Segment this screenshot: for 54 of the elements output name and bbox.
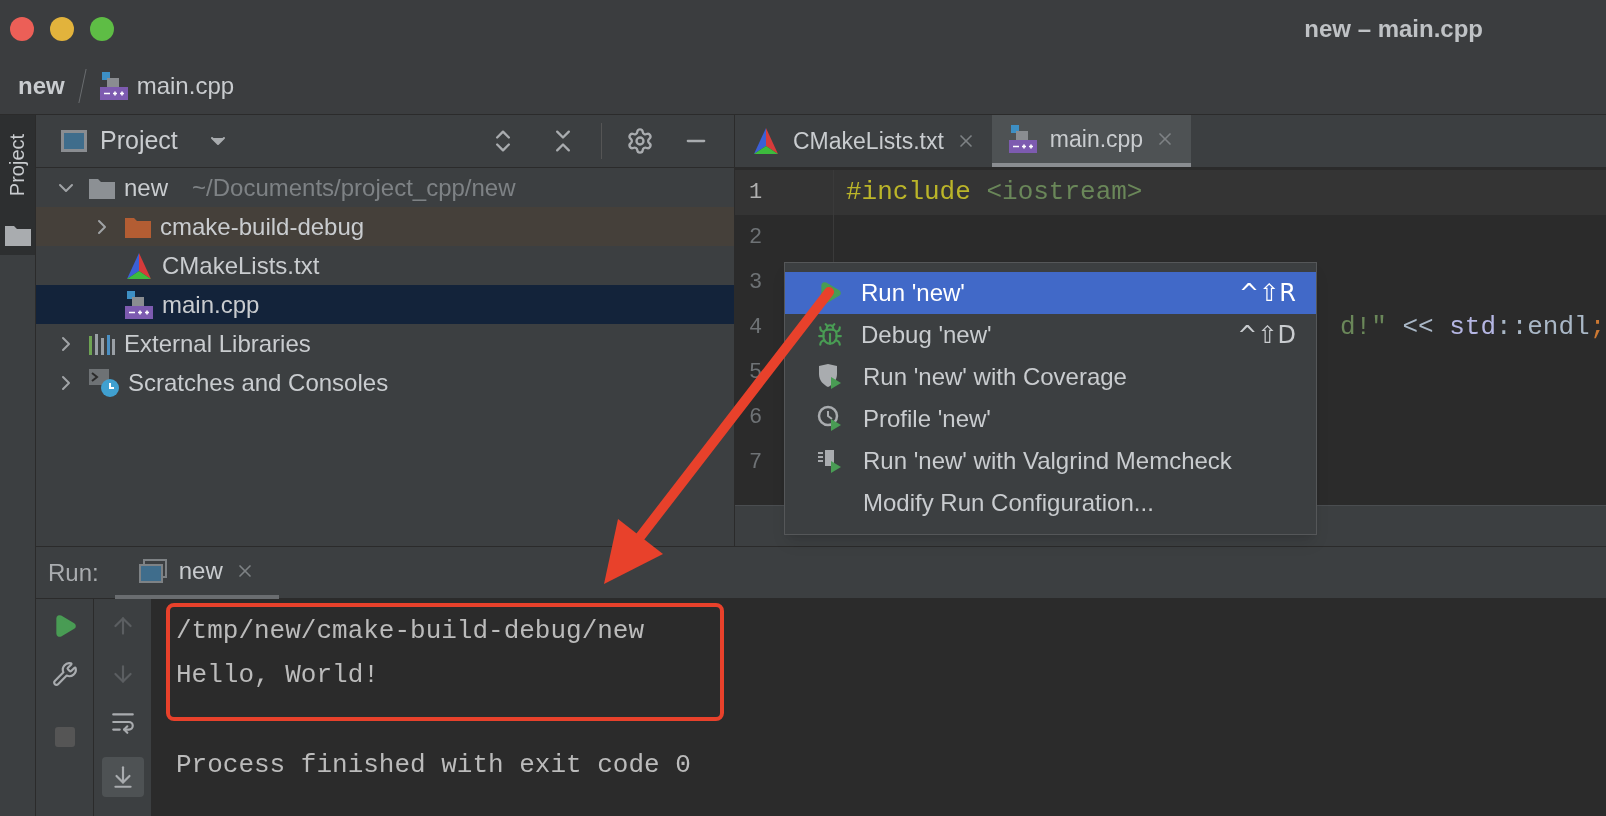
line-number: 2 <box>748 224 764 252</box>
menu-item[interactable]: Run 'new' ^⇧R <box>785 272 1316 314</box>
menu-item[interactable]: Debug 'new' ^⇧D <box>785 314 1316 356</box>
tree-item[interactable]: Scratches and Consoles <box>36 363 734 402</box>
tree-item[interactable]: new ~/Documents/project_cpp/new <box>36 168 734 207</box>
menu-item[interactable]: Run 'new' with Coverage <box>785 356 1316 398</box>
tree-item[interactable]: CMakeLists.txt <box>36 246 734 285</box>
console-icon <box>138 558 167 583</box>
panel-title: Project <box>100 125 178 157</box>
editor-tab[interactable]: main.cpp <box>991 115 1192 167</box>
line-number: 4 <box>748 314 764 342</box>
scroll-to-end-button[interactable] <box>101 757 144 797</box>
console-line: Process finished with exit code 0 <box>176 748 692 782</box>
menu-item[interactable]: Run 'new' with Valgrind Memcheck <box>785 440 1316 482</box>
line-number: 6 <box>748 404 764 432</box>
library-icon <box>88 331 116 356</box>
tree-item-label: main.cpp <box>162 289 260 320</box>
tree-item[interactable]: External Libraries <box>36 324 734 363</box>
tree-item-path: ~/Documents/project_cpp/new <box>192 172 516 203</box>
code-line: #include <iostream> <box>846 176 1143 209</box>
tree-item[interactable]: cmake-build-debug <box>36 207 734 246</box>
menu-item[interactable]: Modify Run Configuration... <box>785 482 1316 524</box>
console-line: /tmp/new/cmake-build-debug/new <box>176 614 646 648</box>
tree-item[interactable]: main.cpp <box>36 285 734 324</box>
close-window-button[interactable] <box>10 16 34 41</box>
debug-icon <box>817 322 843 348</box>
editor-tab[interactable]: CMakeLists.txt <box>735 115 992 167</box>
line-number: 1 <box>748 179 764 207</box>
tree-item-label: CMakeLists.txt <box>162 250 320 281</box>
breadcrumb-item[interactable]: new <box>18 67 65 104</box>
wrench-icon[interactable] <box>51 661 78 687</box>
line-number: 3 <box>748 269 764 297</box>
scratch-console-icon <box>88 367 120 398</box>
menu-item[interactable]: Profile 'new' <box>785 398 1316 440</box>
folder-icon <box>3 223 32 247</box>
line-number: 7 <box>748 449 764 477</box>
cmake-file-icon <box>751 126 781 156</box>
console-line: Hello, World! <box>176 658 380 692</box>
window-title: new – main.cpp <box>1304 13 1483 44</box>
cpp-file-icon <box>124 289 154 320</box>
minimize-window-button[interactable] <box>50 16 74 41</box>
breadcrumb-item[interactable]: main.cpp <box>136 67 235 104</box>
project-view-icon <box>60 129 88 153</box>
code-line: d!" << std::endl; <box>1340 311 1606 344</box>
settings-icon[interactable] <box>626 127 654 155</box>
tree-item-label: External Libraries <box>124 328 311 359</box>
zoom-window-button[interactable] <box>90 16 114 41</box>
cpp-file-icon <box>1007 124 1038 154</box>
panel-label: Run: <box>48 557 99 588</box>
cpp-file-icon <box>98 70 129 101</box>
tree-item-label: cmake-build-debug <box>160 211 365 242</box>
tree-item-label: Scratches and Consoles <box>128 367 389 398</box>
tree-item-label: new <box>124 172 169 203</box>
project-tool-button[interactable]: Project <box>0 115 35 255</box>
